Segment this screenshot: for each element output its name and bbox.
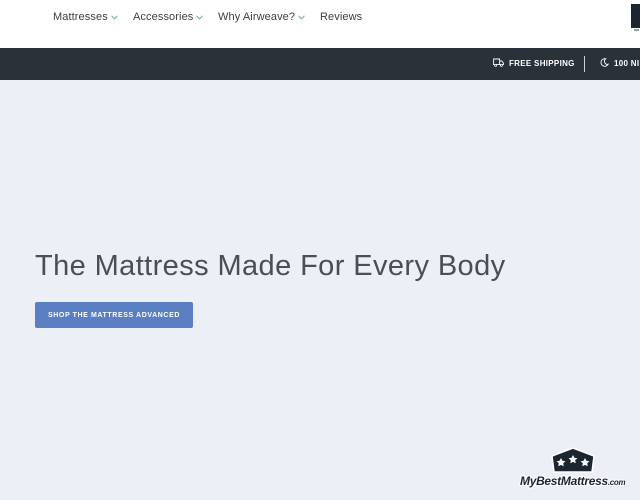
nav-item-mattresses[interactable]: Mattresses: [53, 11, 118, 23]
watermark-text: MyBestMattress.com: [520, 474, 626, 488]
promo-shipping-label: FREE SHIPPING: [509, 59, 575, 68]
promo-free-shipping: FREE SHIPPING: [493, 58, 575, 69]
promo-bar: FREE SHIPPING 100 NI: [0, 48, 640, 80]
logo-tagline-fragment: [634, 29, 639, 31]
nav-item-label: Why Airweave?: [218, 11, 296, 23]
nav-item-label: Mattresses: [53, 11, 108, 23]
nav-item-why-airweave[interactable]: Why Airweave?: [218, 11, 305, 23]
truck-icon: [493, 58, 504, 69]
promo-nights-label: 100 NI: [614, 59, 640, 68]
promo-divider: [584, 56, 585, 72]
promo-trial-nights: 100 NI: [600, 58, 639, 69]
chevron-down-icon: [298, 15, 305, 20]
nav-item-accessories[interactable]: Accessories: [133, 11, 204, 23]
nav-item-label: Reviews: [320, 11, 363, 23]
top-navigation: Mattresses Accessories Why Airweave? Rev…: [0, 0, 640, 48]
nav-item-label: Accessories: [133, 11, 194, 23]
watermark-suffix: .com: [607, 478, 626, 487]
watermark-brand: MyBestMattress: [520, 474, 608, 488]
chevron-down-icon: [110, 15, 118, 20]
nav-item-reviews[interactable]: Reviews: [320, 11, 362, 23]
watermark: MyBestMattress.com: [520, 446, 632, 492]
chevron-down-icon: [196, 15, 204, 20]
moon-icon: [600, 58, 610, 69]
hero-title: The Mattress Made For Every Body: [35, 250, 506, 282]
brand-logo[interactable]: [631, 4, 640, 28]
shop-mattress-button[interactable]: SHOP THE MATTRESS ADVANCED: [35, 302, 193, 328]
